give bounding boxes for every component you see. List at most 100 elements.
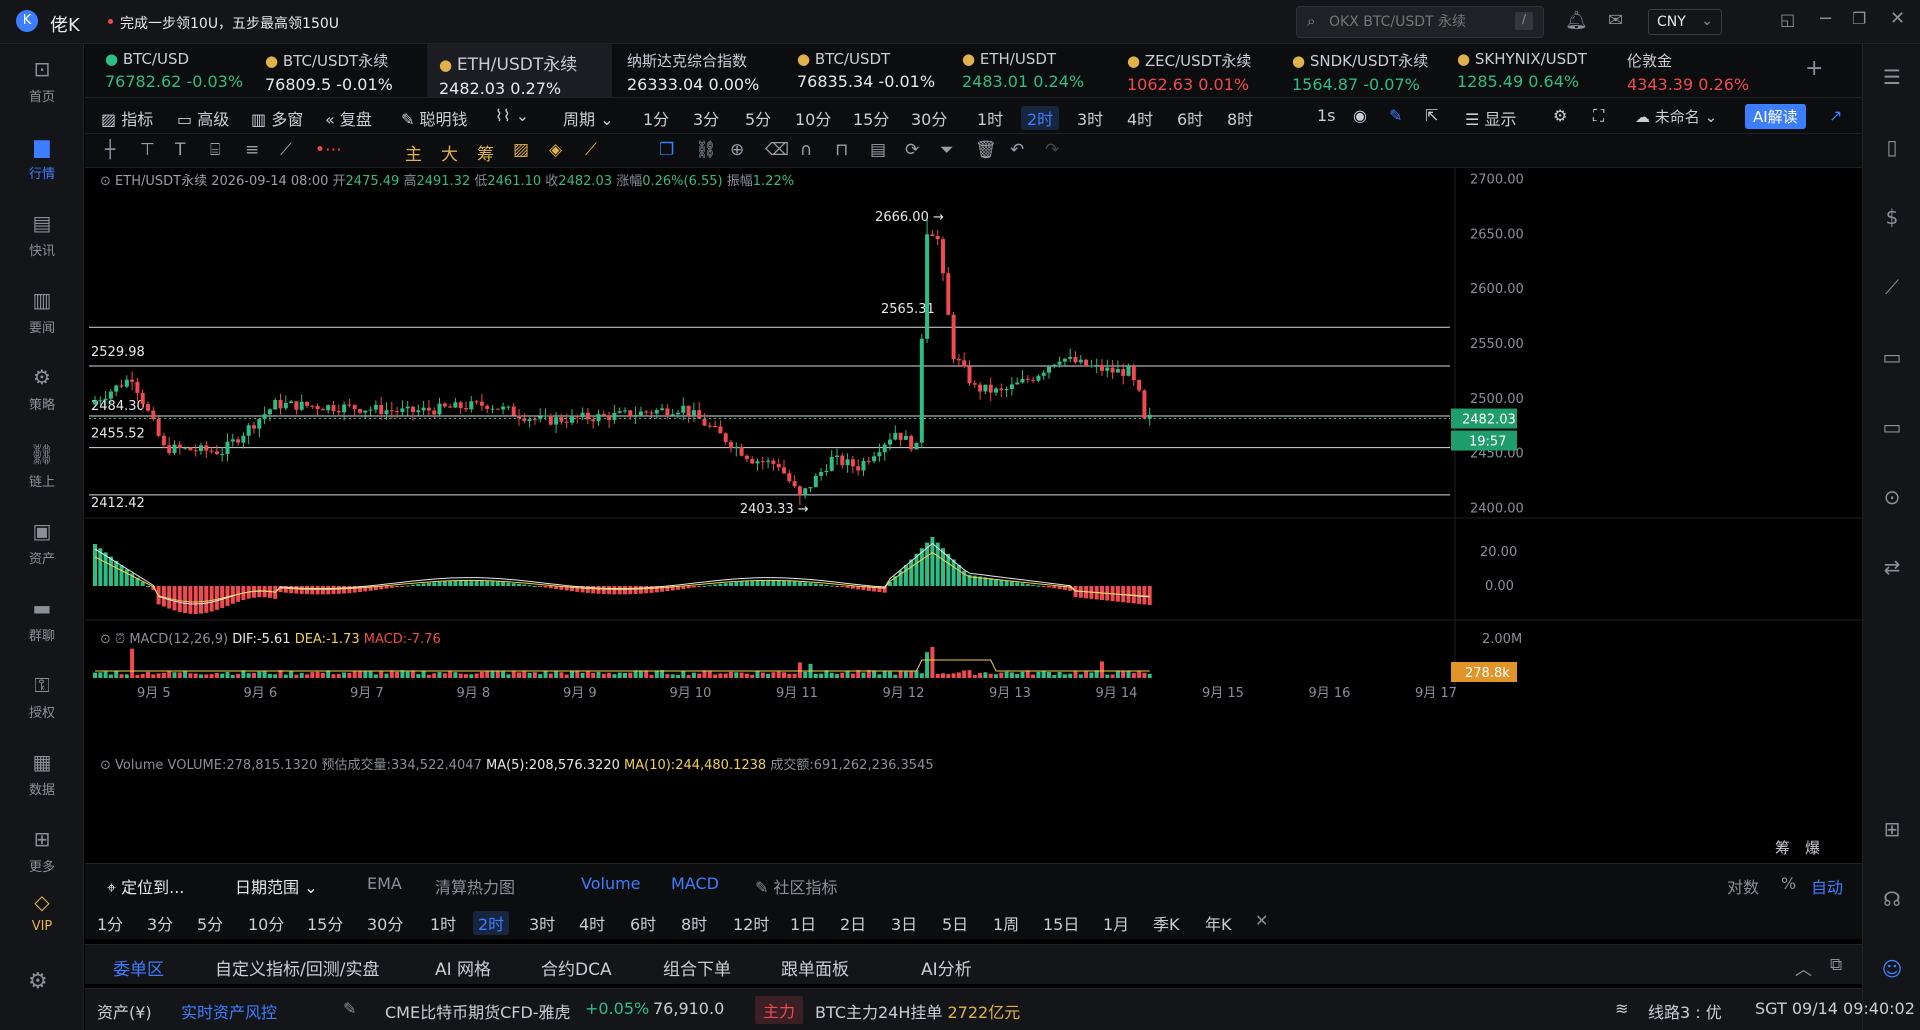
nav-home[interactable]: ⊡ 首页 — [0, 56, 84, 105]
main-tool-button[interactable]: 主 — [405, 140, 422, 165]
nav-strategy[interactable]: ⚙ 策略 — [0, 364, 84, 413]
date-range-dropdown[interactable]: 日期范围 ⌄ — [235, 874, 318, 898]
bottom-period-item[interactable]: 15分 — [307, 911, 343, 935]
bottom-period-item-active[interactable]: 2时 — [473, 911, 510, 935]
eraser-icon[interactable]: ⌫ — [765, 140, 789, 160]
bell-icon[interactable]: 🔔︎ — [1565, 10, 1588, 31]
robot-icon[interactable]: ⊙ — [1877, 482, 1907, 512]
grid-icon[interactable]: ⊞ — [1877, 814, 1907, 844]
lock-icon[interactable]: ⊓ — [835, 140, 848, 160]
redo-icon[interactable]: ↷ — [1045, 140, 1059, 160]
period-3h[interactable]: 3时 — [1077, 106, 1103, 130]
text-tool-icon[interactable]: T — [175, 140, 185, 160]
stats-icon[interactable]: ▭ — [1877, 342, 1907, 372]
tab-community[interactable]: ✎ 社区指标 — [755, 874, 838, 898]
ai-interpret-button[interactable]: AI解读 — [1745, 104, 1806, 129]
tab-custom-indicator[interactable]: 自定义指标/回测/实盘 — [215, 955, 379, 980]
sync-icon[interactable]: ⟳ — [905, 140, 919, 160]
tab-ai-grid[interactable]: AI 网格 — [435, 955, 491, 980]
period-4h[interactable]: 4时 — [1127, 106, 1153, 130]
period-dropdown[interactable]: 周期 ⌄ — [563, 106, 614, 130]
line-status[interactable]: 线路3 : 优 — [1648, 999, 1722, 1023]
template-icon[interactable]: ▤ — [870, 140, 886, 160]
risk-control-link[interactable]: 实时资产风控 — [181, 999, 277, 1023]
ticker-item[interactable]: ● ETH/USDT 2483.01 0.24% — [950, 44, 1100, 98]
big-tool-button[interactable]: 大 — [441, 140, 458, 165]
nav-flash[interactable]: ▤ 快讯 — [0, 210, 84, 259]
link-icon[interactable]: ⛓ — [695, 140, 717, 160]
bottom-period-item[interactable]: 3时 — [529, 911, 555, 935]
magnet-icon[interactable]: ∩ — [800, 140, 812, 160]
close-period-icon[interactable]: ✕ — [1255, 911, 1268, 930]
bottom-period-item[interactable]: 5日 — [942, 911, 968, 935]
period-8h[interactable]: 8时 — [1227, 106, 1253, 130]
bottom-period-item[interactable]: 6时 — [630, 911, 656, 935]
ticker-item[interactable]: ● SNDK/USDT永续 1564.87 -0.07% — [1280, 44, 1430, 98]
close-icon[interactable]: ✕ — [1890, 8, 1905, 29]
bottom-period-item[interactable]: 1日 — [790, 911, 816, 935]
copy-icon[interactable]: ❐ — [659, 140, 674, 160]
minimize-icon[interactable]: − — [1818, 8, 1833, 29]
ticker-item[interactable]: ● BTC/USDT 76835.34 -0.01% — [785, 44, 935, 98]
feed-name[interactable]: CME比特币期货CFD-雅虎 — [385, 999, 571, 1023]
locate-button[interactable]: ⌖ 定位到... — [107, 874, 184, 898]
headset-icon[interactable]: ☊ — [1877, 884, 1907, 914]
chips-button[interactable]: 筹 — [1775, 837, 1790, 858]
pencil-icon[interactable]: ✎ — [1389, 106, 1402, 125]
nav-market[interactable]: ▆ 行情 — [0, 133, 84, 182]
bottom-period-item[interactable]: 2日 — [840, 911, 866, 935]
document-icon[interactable]: ▯ — [1877, 132, 1907, 162]
nav-auth[interactable]: ⚿ 授权 — [0, 672, 84, 721]
collapse-icon[interactable]: ⊙ — [100, 632, 111, 647]
bottom-period-item[interactable]: 8时 — [681, 911, 707, 935]
chart-type-button[interactable]: ⌇⌇ ⌄ — [495, 106, 529, 125]
mail-icon[interactable]: ✉ — [1608, 10, 1623, 31]
collapse-icon[interactable]: ⊙ — [100, 758, 111, 773]
bottom-period-item[interactable]: 15日 — [1043, 911, 1079, 935]
collapse-up-icon[interactable]: ︿ — [1795, 955, 1812, 980]
etf-icon[interactable]: ▭ — [1877, 412, 1907, 442]
ticker-item-active[interactable]: ● ETH/USDT永续 2482.03 0.27% — [427, 44, 612, 98]
fullscreen-icon[interactable]: ⛶ — [1593, 106, 1604, 126]
settings-icon[interactable]: ⚙ — [28, 969, 48, 994]
tab-dca[interactable]: 合约DCA — [541, 955, 612, 980]
bottom-period-item[interactable]: 3分 — [147, 911, 173, 935]
ticker-item[interactable]: 纳斯达克综合指数 26333.04 0.00% — [615, 44, 775, 98]
bottom-period-item[interactable]: 季K — [1153, 911, 1180, 935]
search-input[interactable] — [1329, 12, 1499, 32]
trend-arrow-icon[interactable]: ↗ — [1829, 106, 1842, 125]
ticker-item[interactable]: ● SKHYNIX/USDT 1285.49 0.64% — [1445, 44, 1605, 98]
trend-icon[interactable]: ⟋ — [1877, 272, 1907, 302]
nav-news[interactable]: ▥ 要闻 — [0, 287, 84, 336]
smart-money-button[interactable]: ✎ 聪明钱 — [401, 106, 468, 130]
calc-tool-icon[interactable]: ◈ — [549, 140, 562, 160]
collapse-icon[interactable]: ⊙ — [100, 174, 111, 189]
period-6h[interactable]: 6时 — [1177, 106, 1203, 130]
tab-heatmap[interactable]: 清算热力图 — [435, 874, 515, 898]
dots-icon[interactable]: •⋯ — [315, 140, 342, 160]
share-icon[interactable]: ⇱ — [1425, 106, 1438, 125]
tab-combo-order[interactable]: 组合下单 — [663, 955, 731, 980]
measure-tool-icon[interactable]: ⟋ — [585, 140, 597, 160]
bottom-period-item[interactable]: 4时 — [579, 911, 605, 935]
tab-macd[interactable]: MACD — [671, 874, 719, 893]
nav-assets[interactable]: ▣ 资产 — [0, 518, 84, 567]
ticker-item[interactable]: ● ZEC/USDT永续 1062.63 0.01% — [1115, 44, 1275, 98]
undo-icon[interactable]: ↶ — [1010, 140, 1024, 160]
replay-button[interactable]: « 复盘 — [325, 106, 372, 130]
bottom-period-item[interactable]: 1月 — [1103, 911, 1129, 935]
currency-select[interactable]: CNY ⌄ — [1648, 9, 1722, 35]
camera-icon[interactable]: ◉ — [1353, 106, 1367, 125]
period-15m[interactable]: 15分 — [853, 106, 889, 130]
advanced-button[interactable]: ▭ 高级 — [177, 106, 229, 130]
ruler-icon[interactable]: ⌸ — [210, 140, 220, 160]
add-ticker-icon[interactable]: + — [1805, 56, 1823, 81]
bottom-period-item[interactable]: 年K — [1205, 911, 1232, 935]
edit-icon[interactable]: ✎ — [343, 999, 356, 1018]
nav-data[interactable]: ▦ 数据 — [0, 749, 84, 798]
bottom-period-item[interactable]: 30分 — [367, 911, 403, 935]
refresh-1s-button[interactable]: 1s — [1317, 106, 1336, 125]
nav-more[interactable]: ⊞ 更多 — [0, 826, 84, 875]
tab-order[interactable]: 委单区 — [113, 955, 164, 980]
search-box[interactable]: ⌕ / — [1296, 6, 1544, 38]
